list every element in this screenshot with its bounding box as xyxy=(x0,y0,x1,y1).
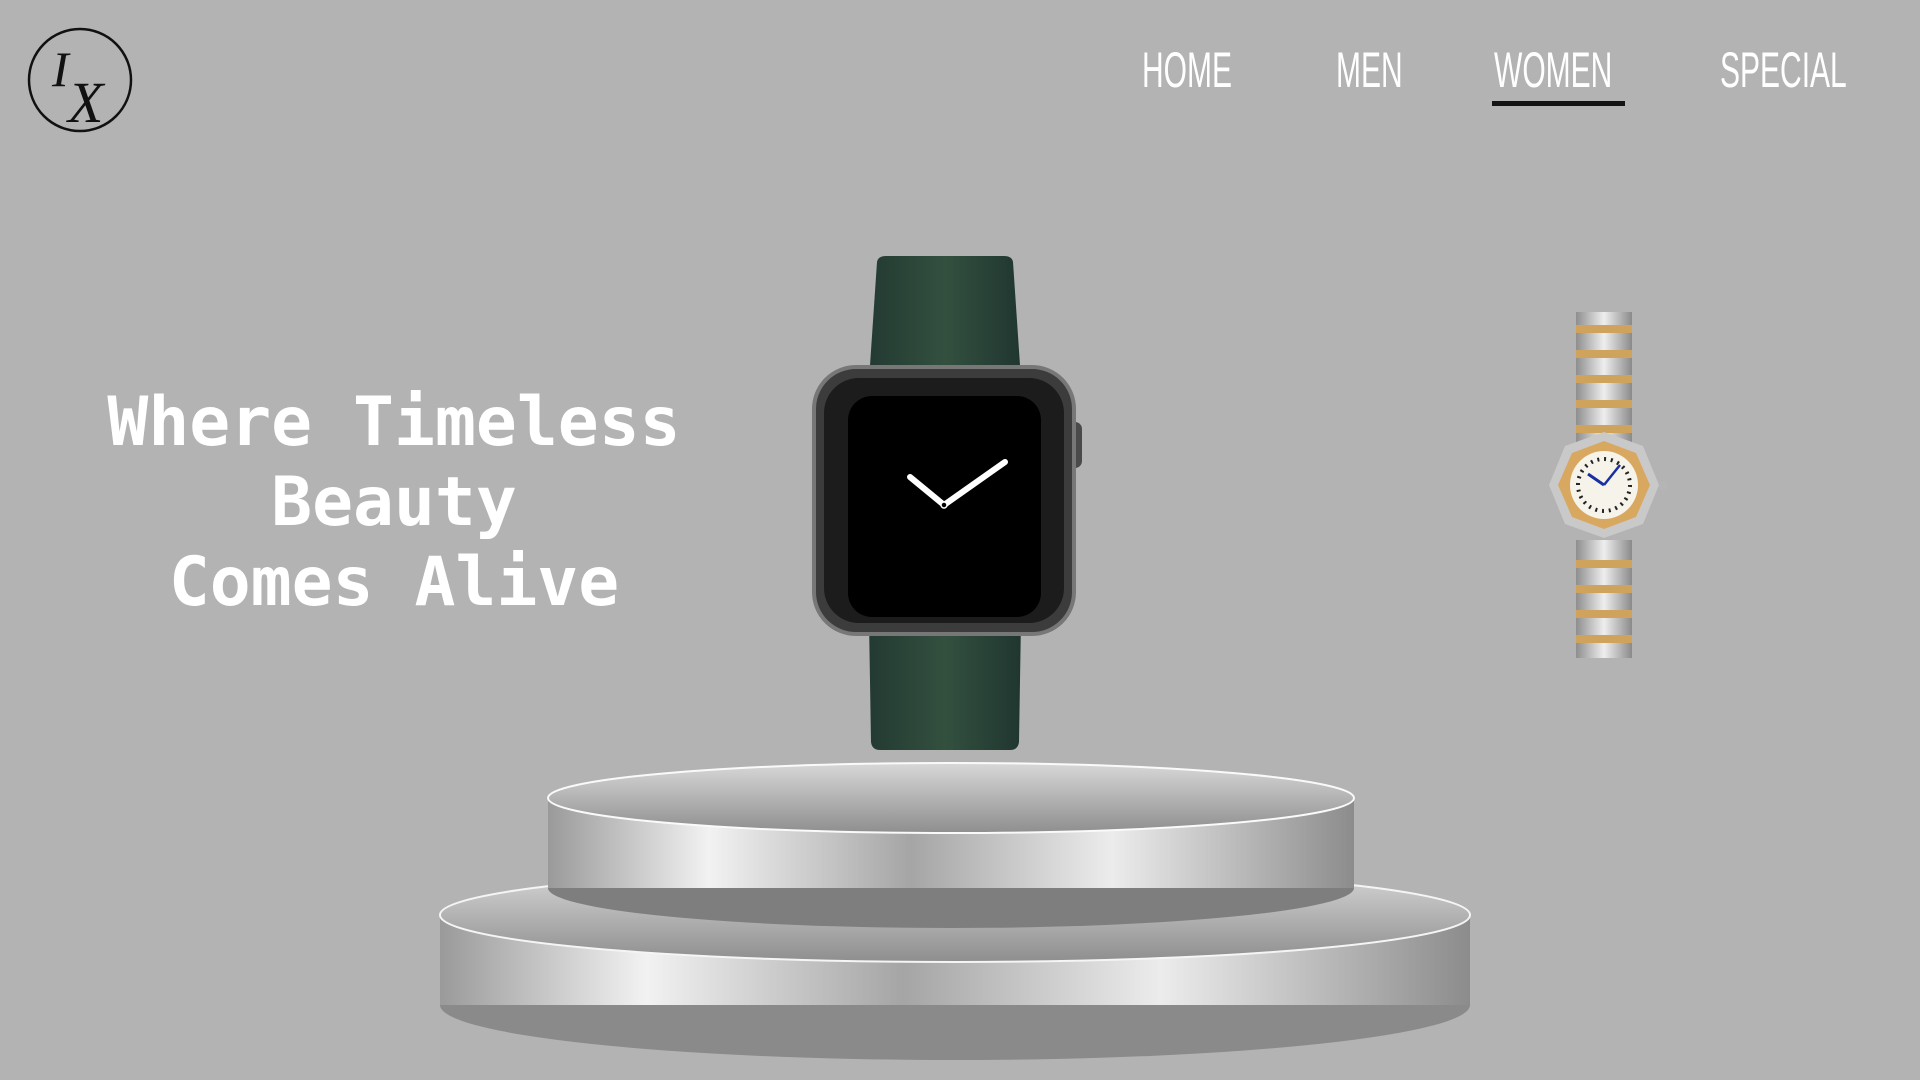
ladies-watch-image[interactable] xyxy=(1549,312,1667,658)
podium-image xyxy=(439,762,1471,1060)
product-scene xyxy=(439,256,1667,1060)
smartwatch-image[interactable] xyxy=(812,256,1082,750)
